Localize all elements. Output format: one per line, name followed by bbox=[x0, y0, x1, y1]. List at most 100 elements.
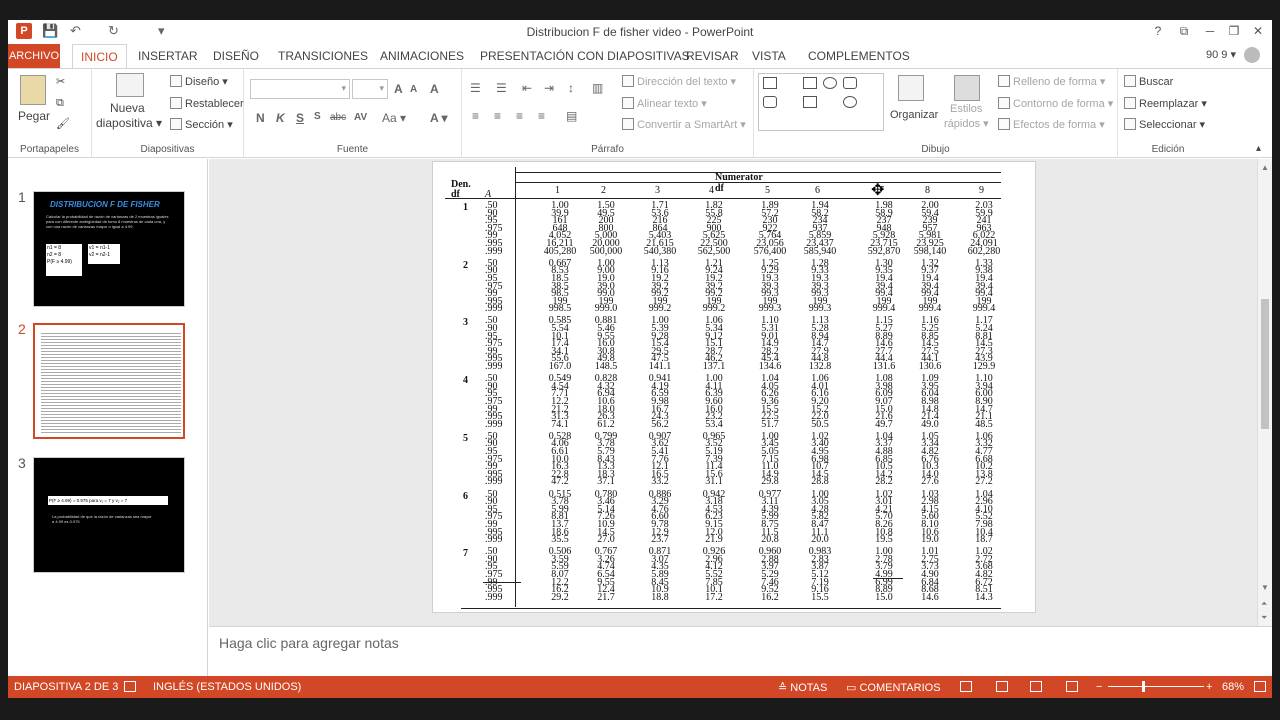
underline-button[interactable]: S bbox=[296, 111, 304, 125]
restore-icon[interactable]: ❐ bbox=[1222, 22, 1246, 40]
star-shape-icon[interactable] bbox=[843, 96, 857, 108]
strikethrough-button[interactable]: abc bbox=[330, 112, 346, 123]
find-button[interactable]: Buscar bbox=[1124, 75, 1173, 88]
section-button[interactable]: Sección ▾ bbox=[170, 118, 233, 131]
zoom-slider[interactable] bbox=[1108, 686, 1204, 687]
tab-file[interactable]: ARCHIVO bbox=[8, 44, 60, 68]
grow-font-button[interactable]: A bbox=[394, 82, 403, 96]
paste-icon[interactable] bbox=[20, 75, 46, 105]
clear-format-button[interactable]: A bbox=[430, 82, 439, 96]
tab-revisar[interactable]: REVISAR bbox=[686, 49, 739, 63]
tab-complementos[interactable]: COMPLEMENTOS bbox=[808, 49, 910, 63]
align-text-button[interactable]: Alinear texto ▾ bbox=[622, 97, 707, 110]
arrange-button[interactable]: Organizar bbox=[890, 109, 938, 121]
zoom-out-button[interactable]: − bbox=[1096, 681, 1102, 693]
font-color-button[interactable]: A ▾ bbox=[430, 111, 448, 125]
tab-transiciones[interactable]: TRANSICIONES bbox=[278, 49, 368, 63]
next-slide-icon[interactable]: ⏷ bbox=[1261, 613, 1267, 623]
tab-insertar[interactable]: INSERTAR bbox=[138, 49, 198, 63]
shape-outline-button[interactable]: Contorno de forma ▾ bbox=[998, 97, 1113, 110]
quick-styles-button[interactable]: Estilos bbox=[950, 103, 982, 115]
ribbon-display-options-icon[interactable]: ⧉ bbox=[1172, 22, 1196, 40]
arrange-icon[interactable] bbox=[898, 75, 924, 101]
paste-button[interactable]: Pegar bbox=[18, 109, 50, 123]
shape-effects-button[interactable]: Efectos de forma ▾ bbox=[998, 118, 1105, 131]
align-left-icon[interactable]: ≡ bbox=[472, 109, 479, 123]
comments-button[interactable]: ▭ COMENTARIOS bbox=[846, 681, 941, 694]
scroll-up-icon[interactable]: ▲ bbox=[1261, 163, 1269, 172]
columns-2-icon[interactable]: ▤ bbox=[566, 109, 577, 123]
columns-icon[interactable]: ▥ bbox=[592, 81, 603, 95]
normal-view-icon[interactable] bbox=[960, 681, 972, 692]
tab-presentacion[interactable]: PRESENTACIÓN CON DIAPOSITIVAS bbox=[480, 49, 690, 63]
scroll-down-icon[interactable]: ▼ bbox=[1261, 583, 1269, 592]
notes-pane[interactable]: Haga clic para agregar notas bbox=[209, 626, 1272, 676]
cut-icon[interactable]: ✂ bbox=[56, 75, 65, 88]
shape-fill-button[interactable]: Relleno de forma ▾ bbox=[998, 75, 1105, 88]
new-slide-dropdown[interactable]: diapositiva ▾ bbox=[96, 116, 162, 130]
decrease-indent-icon[interactable]: ⇤ bbox=[522, 81, 532, 95]
char-spacing-button[interactable]: AV bbox=[354, 112, 367, 123]
font-size-combo[interactable]: ▾ bbox=[352, 79, 388, 99]
font-name-combo[interactable]: ▾ bbox=[250, 79, 350, 99]
bullets-icon[interactable]: ☰ bbox=[470, 81, 481, 95]
rounded-rect-shape-icon[interactable] bbox=[843, 77, 857, 89]
align-right-icon[interactable]: ≡ bbox=[516, 109, 523, 123]
slide[interactable]: Numerator df Den. df A 123456789 1.50.90… bbox=[432, 161, 1036, 613]
prev-slide-icon[interactable]: ⏶ bbox=[1261, 599, 1267, 609]
tab-vista[interactable]: VISTA bbox=[752, 49, 786, 63]
new-slide-button[interactable]: Nueva bbox=[110, 101, 145, 115]
zoom-slider-knob[interactable] bbox=[1142, 681, 1145, 692]
scrollbar-thumb[interactable] bbox=[1261, 299, 1269, 429]
convert-smartart-button[interactable]: Convertir a SmartArt ▾ bbox=[622, 118, 746, 131]
user-account[interactable]: 90 9 ▾ bbox=[1206, 48, 1236, 61]
shapes-gallery[interactable] bbox=[758, 73, 884, 131]
language-indicator[interactable]: INGLÉS (ESTADOS UNIDOS) bbox=[153, 681, 301, 693]
justify-icon[interactable]: ≡ bbox=[538, 109, 545, 123]
tab-diseno[interactable]: DISEÑO bbox=[213, 49, 259, 63]
rectangle-shape-icon[interactable] bbox=[803, 77, 817, 89]
slide-sorter-icon[interactable] bbox=[996, 681, 1008, 692]
fit-slide-icon[interactable] bbox=[1254, 681, 1266, 692]
textbox-shape-icon[interactable] bbox=[763, 77, 777, 89]
oval-shape-icon[interactable] bbox=[823, 77, 837, 89]
copy-icon[interactable]: ⧉ bbox=[56, 97, 64, 110]
reading-view-icon[interactable] bbox=[1030, 681, 1042, 692]
bold-button[interactable]: N bbox=[256, 111, 265, 125]
reset-button[interactable]: Restablecer bbox=[170, 97, 244, 110]
close-icon[interactable]: ✕ bbox=[1246, 22, 1270, 40]
collapse-ribbon-icon[interactable]: ▴ bbox=[1256, 143, 1261, 154]
italic-button[interactable]: K bbox=[276, 111, 285, 125]
align-center-icon[interactable]: ≡ bbox=[494, 109, 501, 123]
numbering-icon[interactable]: ☰ bbox=[496, 81, 507, 95]
slide-thumbnail-3[interactable]: P(F ≥ 4.99) = 0.975 para v₁ = 7 y v₂ = 7… bbox=[33, 457, 185, 573]
increase-indent-icon[interactable]: ⇥ bbox=[544, 81, 554, 95]
shadow-button[interactable]: S bbox=[314, 111, 321, 122]
notes-button[interactable]: ≙ NOTAS bbox=[778, 681, 827, 694]
arrow-shape-icon[interactable] bbox=[803, 96, 817, 108]
slide-thumbnail-1[interactable]: DISTRIBUCION F DE FISHER Calcular la pro… bbox=[33, 191, 185, 307]
line-spacing-icon[interactable]: ↕ bbox=[568, 81, 574, 95]
layout-button[interactable]: Diseño ▾ bbox=[170, 75, 228, 88]
tab-inicio[interactable]: INICIO bbox=[72, 44, 127, 68]
avatar[interactable] bbox=[1244, 47, 1260, 63]
format-painter-icon[interactable]: 🖌 bbox=[56, 117, 70, 130]
replace-button[interactable]: Reemplazar ▾ bbox=[1124, 97, 1207, 110]
text-direction-button[interactable]: Dirección del texto ▾ bbox=[622, 75, 736, 88]
new-slide-icon[interactable] bbox=[116, 73, 144, 97]
vertical-scrollbar[interactable]: ▲ ▼ ⏶ ⏷ bbox=[1257, 159, 1272, 626]
zoom-level[interactable]: 68% bbox=[1222, 681, 1244, 693]
quick-styles-dropdown[interactable]: rápidos ▾ bbox=[944, 117, 989, 130]
notes-placeholder[interactable]: Haga clic para agregar notas bbox=[219, 635, 399, 651]
help-icon[interactable]: ? bbox=[1146, 22, 1170, 40]
quick-styles-icon[interactable] bbox=[954, 75, 980, 101]
slideshow-icon[interactable] bbox=[1066, 681, 1078, 692]
select-button[interactable]: Seleccionar ▾ bbox=[1124, 118, 1205, 131]
change-case-button[interactable]: Aa ▾ bbox=[382, 111, 406, 125]
shrink-font-button[interactable]: A bbox=[410, 84, 417, 95]
tab-animaciones[interactable]: ANIMACIONES bbox=[380, 49, 464, 63]
minimize-icon[interactable]: ─ bbox=[1198, 22, 1222, 40]
spelling-icon[interactable] bbox=[124, 681, 136, 692]
slide-thumbnail-2[interactable] bbox=[33, 323, 185, 439]
triangle-shape-icon[interactable] bbox=[763, 96, 777, 108]
